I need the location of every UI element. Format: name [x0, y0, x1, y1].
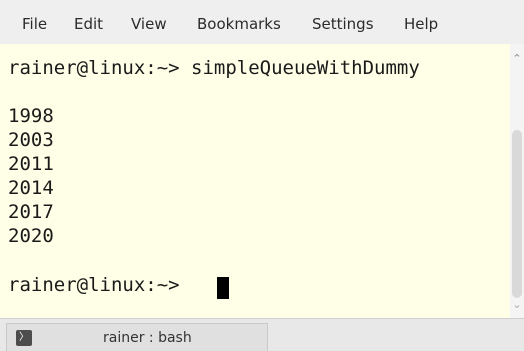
menu-edit[interactable]: Edit	[74, 14, 103, 34]
terminal-line-output: 2020	[8, 225, 54, 247]
chevron-down-icon[interactable]: ⌄	[510, 298, 524, 312]
scrollbar-thumb[interactable]	[512, 130, 522, 298]
menu-file[interactable]: File	[22, 14, 47, 34]
terminal-line-output: 1998	[8, 105, 54, 127]
terminal-cursor	[217, 277, 229, 299]
terminal-line-output: 2014	[8, 177, 54, 199]
vertical-scrollbar[interactable]: ⌃ ⌄	[510, 44, 524, 318]
terminal-icon: 〉	[16, 330, 32, 346]
terminal-line-command: rainer@linux:~> simpleQueueWithDummy	[8, 57, 420, 79]
terminal-line-output: 2017	[8, 201, 54, 223]
menu-view[interactable]: View	[131, 14, 167, 34]
chevron-up-icon[interactable]: ⌃	[510, 52, 524, 66]
terminal-line-prompt: rainer@linux:~>	[8, 274, 192, 296]
menu-help[interactable]: Help	[404, 14, 438, 34]
menu-bookmarks[interactable]: Bookmarks	[197, 14, 281, 34]
tab-label: rainer : bash	[103, 330, 192, 346]
menu-bar: File Edit View Bookmarks Settings Help	[0, 0, 524, 44]
terminal-output[interactable]: rainer@linux:~> simpleQueueWithDummy 199…	[0, 44, 510, 318]
terminal-line-output: 2011	[8, 153, 54, 175]
tab-bar: 〉 rainer : bash	[0, 318, 524, 351]
terminal-line-output: 2003	[8, 129, 54, 151]
tab-bash-session[interactable]: 〉 rainer : bash	[6, 323, 268, 351]
menu-settings[interactable]: Settings	[312, 14, 374, 34]
